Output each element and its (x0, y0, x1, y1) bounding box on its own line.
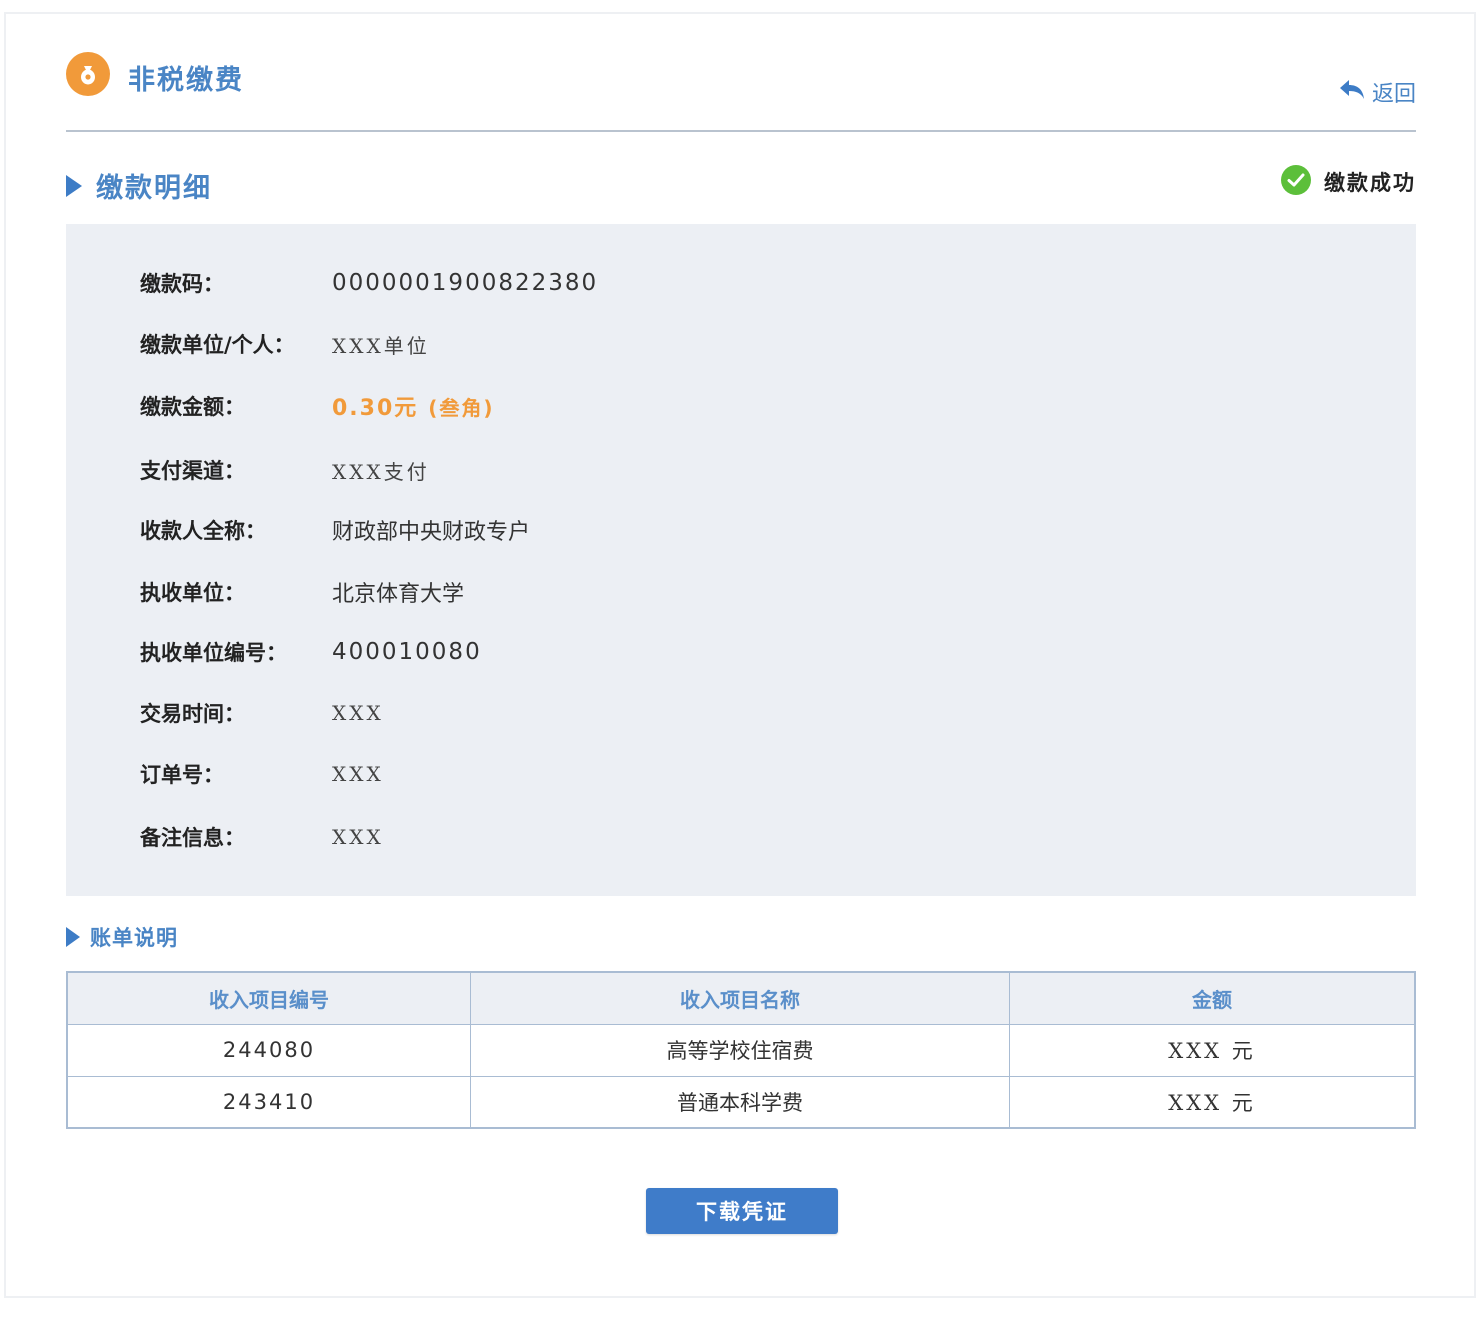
amount-value: 0.30元 (332, 396, 419, 421)
bill-section-heading: 账单说明 (66, 922, 178, 952)
field-remark: 备注信息： XXX (140, 819, 384, 855)
header-divider (66, 130, 1416, 132)
cell-item-name: 普通本科学费 (469, 1075, 1011, 1129)
field-label: 缴款金额： (140, 395, 245, 419)
field-value: XXX (332, 762, 384, 786)
amount-in-words: (叁角) (428, 395, 495, 420)
field-value: 北京体育大学 (332, 582, 465, 607)
cell-item-code: 243410 (66, 1075, 471, 1129)
status-label: 缴款成功 (1324, 171, 1416, 195)
table-header-row: 收入项目编号 收入项目名称 金额 (66, 971, 1416, 1025)
field-value: 400010080 (332, 639, 482, 665)
field-label: 执收单位编号： (140, 641, 287, 665)
column-header: 收入项目名称 (469, 971, 1011, 1025)
money-bag-icon (66, 52, 110, 96)
field-label: 订单号： (140, 763, 224, 787)
field-collector-number: 执收单位编号： 400010080 (140, 634, 482, 670)
cell-item-name: 高等学校住宿费 (469, 1023, 1011, 1077)
field-label: 支付渠道： (140, 459, 245, 483)
back-label[interactable]: 返回 (1372, 76, 1416, 108)
check-circle-icon (1280, 164, 1312, 200)
download-voucher-button[interactable]: 下载凭证 (646, 1188, 838, 1234)
triangle-right-icon (66, 927, 80, 947)
back-arrow-icon (1338, 79, 1366, 105)
bill-section-title: 账单说明 (90, 926, 178, 950)
cell-amount: XXX 元 (1009, 1023, 1416, 1077)
cell-amount: XXX 元 (1009, 1075, 1416, 1129)
field-value: XXX (332, 825, 384, 849)
back-button[interactable]: 返回 (1338, 76, 1416, 108)
page-title: 非税缴费 (128, 65, 244, 96)
triangle-right-icon (66, 174, 82, 197)
field-label: 备注信息： (140, 826, 245, 850)
status-badge: 缴款成功 (1280, 164, 1416, 200)
field-value: XXX (332, 701, 384, 725)
field-payment-code: 缴款码： 0000001900822380 (140, 265, 598, 301)
field-transaction-time: 交易时间： XXX (140, 695, 384, 731)
bill-table: 收入项目编号 收入项目名称 金额 244080 高等学校住宿费 XXX 元 24… (66, 971, 1416, 1129)
field-value: XXX单位 (332, 333, 430, 358)
field-amount: 缴款金额： 0.30元 (叁角) (140, 388, 495, 424)
column-header: 金额 (1009, 971, 1416, 1025)
table-row: 243410 普通本科学费 XXX 元 (66, 1075, 1416, 1129)
field-label: 缴款码： (140, 272, 224, 296)
field-label: 交易时间： (140, 702, 245, 726)
detail-section-title: 缴款明细 (96, 173, 212, 204)
field-value: XXX支付 (332, 459, 430, 484)
column-header: 收入项目编号 (66, 971, 471, 1025)
field-payee: 收款人全称： 财政部中央财政专户 (140, 512, 530, 548)
field-collector: 执收单位： 北京体育大学 (140, 574, 464, 610)
field-order-number: 订单号： XXX (140, 756, 384, 792)
detail-section-heading: 缴款明细 (66, 166, 212, 205)
field-label: 执收单位： (140, 581, 245, 605)
cell-item-code: 244080 (66, 1023, 471, 1077)
field-value: 0000001900822380 (332, 270, 599, 296)
field-label: 收款人全称： (140, 519, 266, 543)
detail-panel: 缴款码： 0000001900822380 缴款单位/个人： XXX单位 缴款金… (66, 224, 1416, 896)
field-channel: 支付渠道： XXX支付 (140, 452, 430, 488)
field-value: 财政部中央财政专户 (332, 520, 531, 545)
table-row: 244080 高等学校住宿费 XXX 元 (66, 1023, 1416, 1077)
field-label: 缴款单位/个人： (140, 333, 295, 357)
field-payer: 缴款单位/个人： XXX单位 (140, 326, 430, 362)
